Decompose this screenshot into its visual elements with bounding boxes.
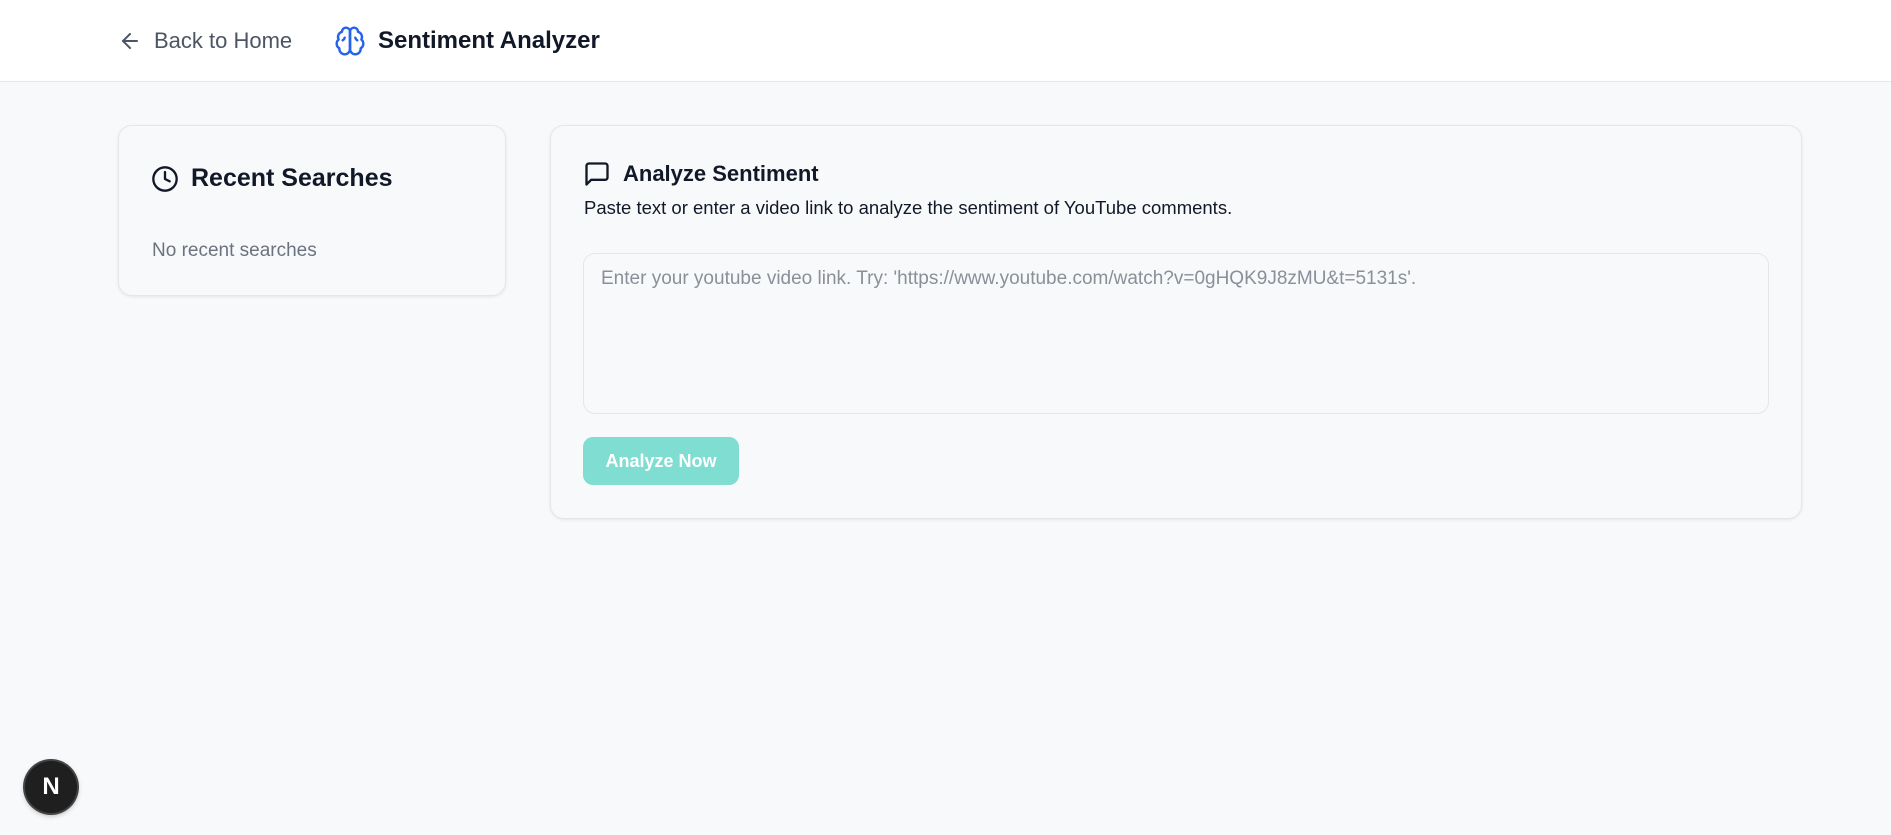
analyze-sentiment-card: Analyze Sentiment Paste text or enter a … bbox=[550, 125, 1802, 519]
analyze-sentiment-description: Paste text or enter a video link to anal… bbox=[584, 197, 1233, 218]
clock-icon bbox=[152, 165, 178, 192]
video-link-input[interactable] bbox=[583, 253, 1769, 414]
brain-icon bbox=[335, 26, 365, 56]
recent-searches-heading: Recent Searches bbox=[151, 164, 393, 193]
back-to-home-label: Back to Home bbox=[154, 28, 293, 53]
recent-searches-title: Recent Searches bbox=[191, 164, 393, 192]
analyze-sentiment-heading: Analyze Sentiment bbox=[583, 160, 819, 188]
message-square-icon bbox=[585, 162, 609, 186]
app-title: Sentiment Analyzer bbox=[378, 27, 600, 54]
app-brand: Sentiment Analyzer bbox=[334, 24, 600, 58]
top-header: Back to Home Sentiment Analyzer bbox=[0, 0, 1891, 82]
arrow-left-icon bbox=[122, 33, 138, 49]
nextjs-badge-label: N bbox=[42, 773, 60, 800]
analyze-sentiment-title: Analyze Sentiment bbox=[623, 161, 819, 186]
nextjs-dev-badge[interactable]: N bbox=[25, 761, 77, 813]
recent-searches-card: Recent Searches No recent searches bbox=[118, 125, 506, 296]
analyze-now-button[interactable]: Analyze Now bbox=[583, 437, 739, 485]
back-to-home-link[interactable]: Back to Home bbox=[118, 26, 292, 56]
recent-searches-empty-text: No recent searches bbox=[152, 240, 317, 261]
